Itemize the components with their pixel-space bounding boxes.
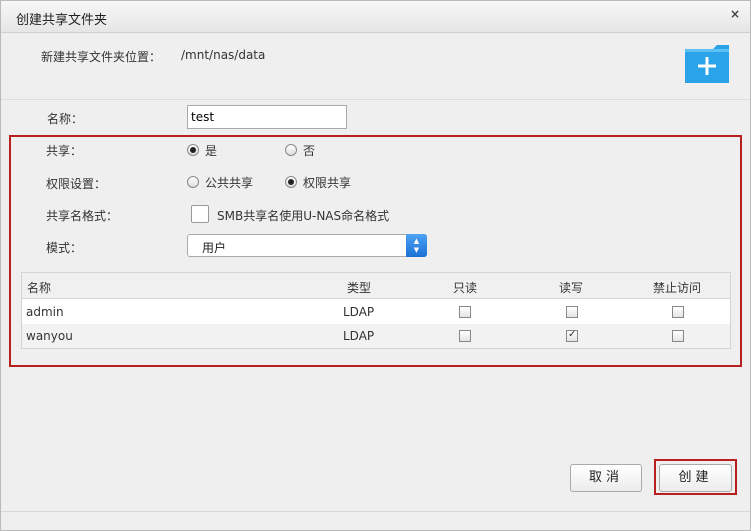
name-label: 名称： (47, 112, 84, 126)
mode-label: 模式： (46, 241, 83, 255)
share-yes-radio[interactable] (187, 144, 199, 156)
table-header: 名称 类型 只读 读写 禁止访问 (22, 273, 730, 299)
divider (1, 511, 750, 512)
dialog-titlebar: 创建共享文件夹 × (1, 1, 750, 33)
deny-checkbox[interactable] (672, 330, 684, 342)
column-name: 名称 (27, 281, 52, 295)
share-name-format-label: 共享名格式： (46, 209, 119, 223)
share-yes-label[interactable]: 是 (205, 142, 217, 159)
user-type: LDAP (343, 305, 375, 319)
table-row: admin LDAP (22, 300, 730, 324)
mode-select-value: 用户 (202, 241, 227, 255)
permission-share-label[interactable]: 权限共享 (303, 174, 351, 191)
table-row: wanyou LDAP ✓ (22, 324, 730, 348)
create-share-dialog: 创建共享文件夹 × 新建共享文件夹位置： /mnt/nas/data 名称： 共… (0, 0, 751, 531)
check-icon: ✓ (568, 329, 577, 340)
column-readwrite: 读写 (559, 281, 584, 295)
chevron-updown-icon: ▲ ▼ (406, 234, 427, 257)
readwrite-checkbox[interactable]: ✓ (566, 329, 578, 342)
name-input[interactable] (187, 105, 347, 129)
user-name: wanyou (26, 329, 73, 343)
share-no-radio[interactable] (285, 144, 297, 156)
location-value: /mnt/nas/data (181, 48, 266, 62)
share-no-label[interactable]: 否 (303, 142, 315, 159)
close-icon[interactable]: × (728, 7, 742, 21)
public-share-radio[interactable] (187, 176, 199, 188)
divider (1, 99, 750, 100)
permissions-table: 名称 类型 只读 读写 禁止访问 admin LDAP wanyou LDAP … (21, 272, 731, 349)
permission-label: 权限设置： (46, 177, 107, 191)
user-type: LDAP (343, 329, 375, 343)
share-label: 共享： (46, 144, 83, 158)
column-type: 类型 (347, 281, 372, 295)
folder-add-icon[interactable] (683, 45, 731, 83)
public-share-label[interactable]: 公共共享 (205, 174, 253, 191)
column-deny: 禁止访问 (653, 281, 702, 295)
permission-share-radio[interactable] (285, 176, 297, 188)
readwrite-checkbox[interactable] (566, 306, 578, 318)
column-readonly: 只读 (453, 281, 478, 295)
unas-naming-checkbox[interactable] (191, 205, 209, 223)
readonly-checkbox[interactable] (459, 330, 471, 342)
create-button[interactable]: 创建 (659, 464, 732, 492)
dialog-title: 创建共享文件夹 (16, 13, 108, 28)
mode-select[interactable]: 用户 ▲ ▼ (187, 234, 427, 257)
cancel-button[interactable]: 取消 (570, 464, 642, 492)
user-name: admin (26, 305, 64, 319)
readonly-checkbox[interactable] (459, 306, 471, 318)
location-label: 新建共享文件夹位置： (41, 50, 162, 64)
deny-checkbox[interactable] (672, 306, 684, 318)
unas-naming-label[interactable]: SMB共享名使用U-NAS命名格式 (217, 207, 389, 224)
